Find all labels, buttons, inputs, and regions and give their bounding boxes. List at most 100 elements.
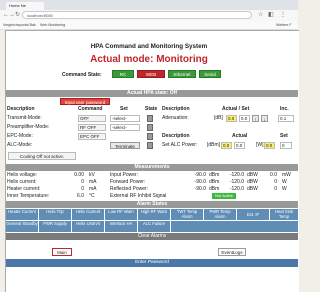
rf-inhibit-status: Not Active [212, 193, 236, 199]
inner-temp-label: Inner Temperature: [7, 193, 50, 199]
main-button[interactable]: Main [52, 248, 72, 256]
alarm-states-bar: Alarm States [6, 201, 298, 208]
alc-col-actual: Actual [232, 133, 248, 139]
browser-tab[interactable]: Home Ne [6, 2, 44, 10]
input-power-dbw-unit: dBW [247, 172, 258, 178]
address-bar[interactable]: localhost:8080 [22, 11, 252, 19]
helix-voltage-unit: kV [89, 172, 95, 178]
alc-w-unit: [W] [256, 142, 264, 148]
input-power-dbm: -90.0 [194, 172, 206, 178]
helix-voltage-label: Helix voltage: [7, 172, 38, 178]
state-rc-button[interactable]: RC [112, 70, 134, 78]
inner-temp-unit: °C [89, 193, 95, 199]
alc-dbm-unit: [dBm] [207, 142, 221, 148]
forward-power-dbm-unit: dBm [209, 179, 220, 185]
attenuation-down-button[interactable]: ↓ [261, 115, 268, 122]
hpa-state-bar: Actual HPA state: Off [6, 90, 298, 97]
state-web-button[interactable]: WEB [137, 70, 165, 78]
reflected-power-w-unit: W [282, 186, 287, 192]
attenuation-up-button[interactable]: ↑ [252, 115, 259, 122]
state-ethernet-button[interactable]: Ethernet [168, 70, 196, 78]
alc-w-set-input[interactable]: 0 [280, 142, 292, 149]
col-set: Set [120, 106, 128, 112]
state-serial-button[interactable]: Serial [199, 70, 221, 78]
forward-power-w: 0 [274, 179, 277, 185]
heater-current-unit: mA [89, 186, 97, 192]
transmit-mode-state [147, 115, 153, 122]
alc-mode-label: ALC-Mode: [7, 142, 33, 148]
alc-dbm-actual: 0.0 [221, 142, 232, 149]
input-power-mw-unit: mW [282, 172, 291, 178]
alarm-row-2: General Standby PWR Supply Helix Undrvlt… [6, 221, 298, 232]
command-state-label: Command State: [62, 72, 102, 78]
preamp-mode-label: Preamplifier-Mode: [7, 124, 50, 130]
alarm-cell: General Standby [6, 221, 39, 232]
heater-current-label: Heater current: [7, 186, 41, 192]
bookmark-item[interactable]: Vergleichsportal Bak [3, 21, 36, 29]
helix-current-unit: mA [89, 179, 97, 185]
alarm-cell: PWR Temp Alarm [204, 209, 237, 220]
transmit-mode-select[interactable]: -select- [110, 115, 140, 122]
alc-col-set: Set [280, 133, 288, 139]
helix-voltage-value: 0.00 [74, 172, 84, 178]
browser-titlebar [0, 0, 298, 10]
alc-col-description: Description [162, 133, 190, 139]
attenuation-unit: [dB] [214, 115, 223, 121]
input-power-dbm-unit: dBm [209, 172, 220, 178]
alarm-cell: Heater Current [6, 209, 39, 220]
epc-mode-label: EPC-Mode: [7, 133, 33, 139]
col-description: Description [7, 106, 35, 112]
alarm-cell: Low RF Warn [105, 209, 138, 220]
att-col-inc: Inc. [280, 106, 289, 112]
alarm-cell: Helix Current [72, 209, 105, 220]
bookmarks-bar: Vergleichsportal Bak Web Monitoring Weit… [0, 21, 298, 30]
bookmark-item[interactable]: Web Monitoring [40, 21, 65, 29]
refresh-icon[interactable]: ↻ [15, 10, 20, 20]
terminate-button[interactable]: Terminate [110, 142, 140, 149]
input-power-mw: 0.0 [270, 172, 277, 178]
input-password-button[interactable]: Input user password [60, 98, 110, 105]
alarm-cell: Ext. IF [237, 209, 270, 220]
bookmark-more[interactable]: Weitere F [276, 21, 292, 29]
preamp-mode-state [147, 124, 153, 131]
extension-icon[interactable]: ◧ [268, 10, 274, 20]
forward-power-dbm: -90.0 [194, 179, 206, 185]
transmit-mode-command: OFF [78, 115, 106, 122]
alarm-row-1: Heater Current Helix Trip Helix Current … [6, 209, 298, 220]
alarm-cell: Interlock HA [105, 221, 138, 232]
attenuation-set-input[interactable]: 0.0 [239, 115, 250, 122]
transmit-mode-label: Transmit-Mode: [7, 115, 42, 121]
reflected-power-dbm-unit: dBm [209, 186, 220, 192]
input-power-dbw: -120.0 [229, 172, 244, 178]
system-title: HPA Command and Monitoring System [90, 43, 208, 50]
reflected-power-w: 0 [274, 186, 277, 192]
preamp-mode-command: RF OFF [78, 124, 106, 131]
epc-mode-command: EPC OFF [78, 133, 106, 140]
alarm-cell: High RF Warn [138, 209, 171, 220]
alc-mode-state [147, 142, 153, 149]
alc-dbm-set-input[interactable]: 0.0 [234, 142, 245, 149]
att-col-description: Description [162, 106, 190, 112]
preamp-mode-select[interactable]: -select- [110, 124, 140, 131]
reflected-power-label: Reflected Power: [110, 186, 149, 192]
attenuation-label: Attenuation: [162, 115, 189, 121]
attenuation-actual: 0.0 [226, 115, 237, 122]
alc-w-actual: 0.0 [264, 142, 275, 149]
col-command: Command [78, 106, 103, 112]
enter-password-button[interactable]: Enter Password [6, 259, 298, 267]
forward-power-label: Forward Power: [110, 179, 146, 185]
eventlogs-button[interactable]: EventLogs [218, 248, 246, 256]
input-power-label: Input Power: [110, 172, 139, 178]
bookmark-star-icon[interactable]: ☆ [258, 10, 263, 20]
epc-mode-state [147, 133, 153, 140]
header: HPA Command and Monitoring System Actual… [0, 30, 298, 90]
att-col-actual-set: Actual / Set [222, 106, 250, 112]
attenuation-inc-select[interactable]: 0.1 [278, 115, 294, 122]
reflected-power-dbm: -90.0 [194, 186, 206, 192]
menu-icon[interactable]: ⋮ [280, 10, 286, 20]
reflected-power-dbw: -120.0 [229, 186, 244, 192]
clear-alarms-button[interactable]: Clear Alarms [6, 233, 298, 240]
forward-power-dbw: -120.0 [229, 179, 244, 185]
rf-inhibit-label: External RF Inhibit Signal [110, 193, 167, 199]
forward-power-w-unit: W [282, 179, 287, 185]
